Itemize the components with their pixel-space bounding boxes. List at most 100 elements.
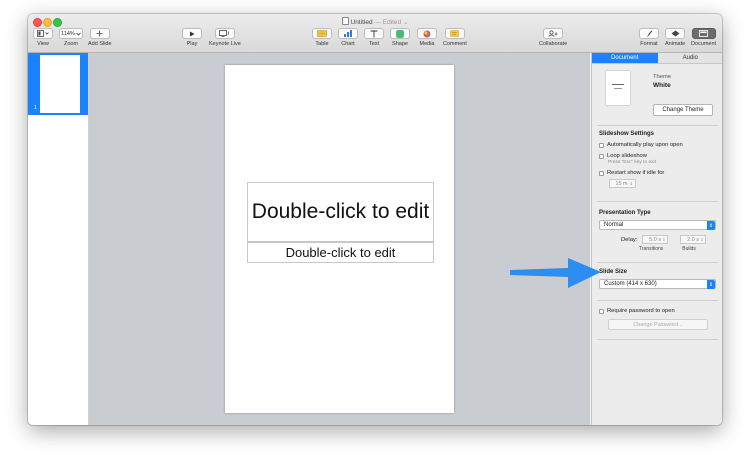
text-button[interactable] xyxy=(364,28,384,39)
loop-checkbox[interactable] xyxy=(599,153,604,159)
slide-navigator: 1 xyxy=(28,53,89,425)
password-section: Require password to open Change Password… xyxy=(599,303,716,330)
add-slide-button[interactable] xyxy=(89,28,110,39)
text-icon xyxy=(370,30,378,37)
divider xyxy=(597,300,718,301)
slide-size-title: Slide Size xyxy=(599,269,628,275)
divider xyxy=(597,125,718,126)
animate-control[interactable]: Animate xyxy=(665,28,685,47)
tab-audio[interactable]: Audio xyxy=(657,53,722,64)
comment-icon xyxy=(450,30,460,37)
presentation-type-popup[interactable]: Normal ⇕ xyxy=(599,220,716,230)
document-panel-icon xyxy=(699,30,708,37)
stepper-arrows-icon[interactable]: ⇕ xyxy=(630,181,633,186)
title-placeholder[interactable]: Double-click to edit xyxy=(247,182,434,242)
chart-control[interactable]: Chart xyxy=(338,28,358,47)
delay-captions: Transitions Builds xyxy=(639,246,696,252)
document-button[interactable] xyxy=(691,28,716,39)
document-inspector: Document Audio Theme White Change Theme … xyxy=(591,53,722,425)
require-password-option[interactable]: Require password to open xyxy=(599,308,716,314)
slide[interactable]: Double-click to edit Double-click to edi… xyxy=(225,65,454,413)
idle-time-stepper[interactable]: 15 m ⇕ xyxy=(609,179,636,188)
slide-thumbnail[interactable] xyxy=(40,55,80,113)
view-control[interactable]: View xyxy=(33,28,53,47)
media-button[interactable] xyxy=(417,28,437,39)
autoplay-option[interactable]: Automatically play upon open xyxy=(599,142,716,148)
text-control[interactable]: Text xyxy=(364,28,384,47)
restart-option[interactable]: Restart show if idle for xyxy=(599,170,716,176)
media-control[interactable]: Media xyxy=(417,28,437,47)
presentation-type-title: Presentation Type xyxy=(599,210,651,216)
theme-caption: Theme xyxy=(653,74,672,80)
shape-icon xyxy=(396,29,404,38)
media-icon xyxy=(423,30,431,37)
require-password-checkbox[interactable] xyxy=(599,308,604,314)
play-button[interactable] xyxy=(182,28,202,39)
theme-name: White xyxy=(653,82,671,89)
body-placeholder[interactable]: Double-click to edit xyxy=(247,242,434,263)
slide-canvas: Double-click to edit Double-click to edi… xyxy=(89,53,590,425)
builds-delay-stepper[interactable]: 2.0 s ⇕ xyxy=(680,235,707,244)
plus-icon xyxy=(96,30,103,37)
animate-button[interactable] xyxy=(665,28,686,39)
format-control[interactable]: Format xyxy=(639,28,659,47)
chevron-updown-icon: ⇕ xyxy=(707,221,715,230)
chevron-updown-icon: ⇕ xyxy=(707,280,715,289)
annotation-arrow-icon xyxy=(510,258,601,288)
view-button[interactable] xyxy=(33,28,53,39)
stepper-arrows-icon[interactable]: ⇕ xyxy=(700,237,703,242)
divider xyxy=(597,339,718,340)
play-control[interactable]: Play xyxy=(182,28,202,47)
keynote-live-control[interactable]: Keynote Live xyxy=(209,28,241,47)
table-icon xyxy=(317,30,327,37)
inspector-tabs: Document Audio xyxy=(592,53,722,64)
restart-checkbox[interactable] xyxy=(599,170,604,176)
presentation-type-section: Presentation Type Normal ⇕ Delay: 5.0 s … xyxy=(599,210,716,252)
format-brush-icon xyxy=(647,30,653,37)
shape-control[interactable]: Shape xyxy=(390,28,410,47)
shape-button[interactable] xyxy=(390,28,410,39)
tab-document[interactable]: Document xyxy=(592,53,658,64)
slideshow-settings-section: Slideshow Settings Automatically play up… xyxy=(599,131,716,188)
change-theme-button[interactable]: Change Theme xyxy=(653,104,713,116)
zoom-control[interactable]: 114% Zoom xyxy=(59,28,83,47)
delay-row: Delay: 5.0 s ⇕ 2.0 s ⇕ xyxy=(599,235,716,244)
document-control[interactable]: Document xyxy=(691,28,716,47)
table-button[interactable] xyxy=(312,28,332,39)
table-control[interactable]: Table xyxy=(312,28,332,47)
document-icon xyxy=(341,17,349,25)
format-button[interactable] xyxy=(639,28,659,39)
chevron-down-icon xyxy=(76,32,81,36)
chart-button[interactable] xyxy=(338,28,358,39)
collaborate-button[interactable] xyxy=(543,28,564,39)
slide-thumbnail-selected[interactable]: 1 xyxy=(28,53,88,115)
transitions-delay-stepper[interactable]: 5.0 s ⇕ xyxy=(642,235,669,244)
comment-button[interactable] xyxy=(444,28,465,39)
toolbar: Untitled — Edited ⌄ View 114% Zoom Add S… xyxy=(28,14,722,53)
play-icon xyxy=(190,31,195,36)
window-title: Untitled — Edited ⌄ xyxy=(28,17,722,26)
collaborate-icon xyxy=(548,30,558,37)
keynote-window: Untitled — Edited ⌄ View 114% Zoom Add S… xyxy=(28,14,722,425)
zoom-popup[interactable]: 114% xyxy=(59,28,83,39)
stepper-arrows-icon[interactable]: ⇕ xyxy=(662,237,665,242)
slide-number: 1 xyxy=(34,105,37,111)
chart-icon xyxy=(344,30,352,37)
divider xyxy=(597,201,718,202)
loop-option[interactable]: Loop slideshow xyxy=(599,153,716,159)
collaborate-control[interactable]: Collaborate xyxy=(539,28,567,47)
keynote-live-icon xyxy=(219,30,230,37)
slideshow-settings-title: Slideshow Settings xyxy=(599,131,655,137)
loop-hint: Press "Esc" key to exit xyxy=(608,160,656,165)
keynote-live-button[interactable] xyxy=(214,28,235,39)
view-icon xyxy=(37,30,49,37)
change-password-button[interactable]: Change Password... xyxy=(608,319,708,330)
slide-size-popup[interactable]: Custom (414 x 630) ⇕ xyxy=(599,279,716,289)
add-slide-control[interactable]: Add Slide xyxy=(88,28,112,47)
divider xyxy=(597,262,718,263)
slide-size-section: Slide Size Custom (414 x 630) ⇕ xyxy=(599,269,716,289)
theme-thumbnail[interactable] xyxy=(606,71,630,105)
animate-icon xyxy=(671,30,680,37)
autoplay-checkbox[interactable] xyxy=(599,142,604,148)
comment-control[interactable]: Comment xyxy=(443,28,467,47)
